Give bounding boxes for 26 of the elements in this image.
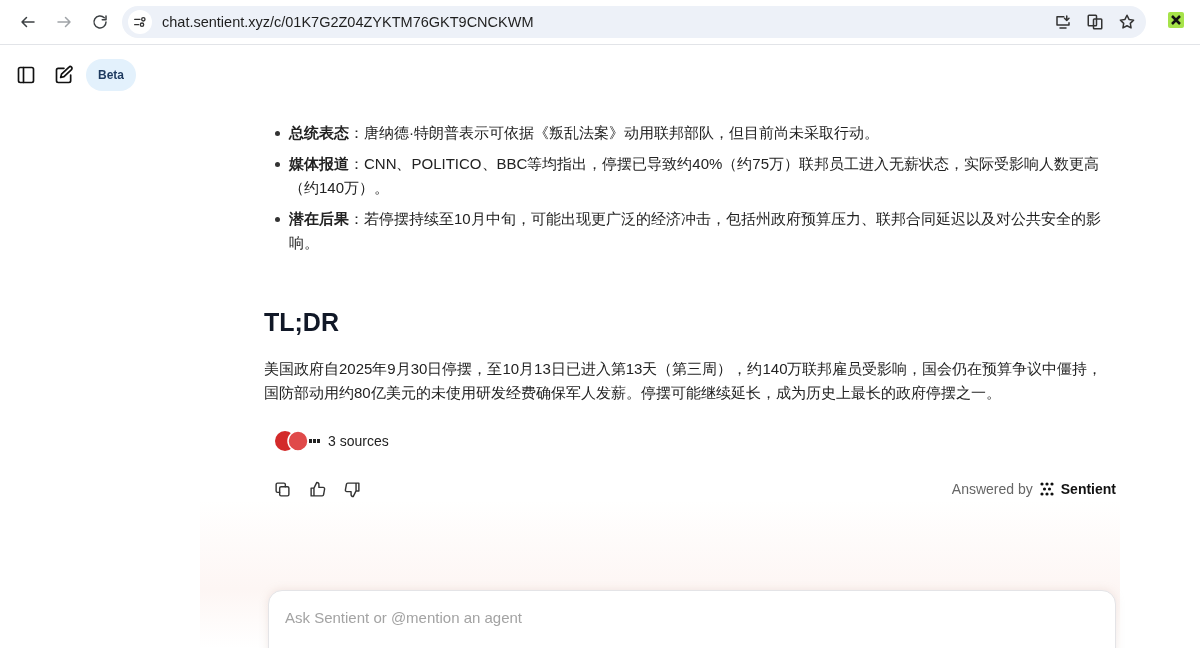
reload-icon[interactable] xyxy=(91,13,109,31)
copy-icon[interactable] xyxy=(274,480,291,498)
install-icon[interactable] xyxy=(1054,13,1072,31)
bullet-icon xyxy=(275,162,280,167)
sources-link[interactable]: 3 sources xyxy=(328,429,389,453)
beta-badge: Beta xyxy=(86,59,136,91)
thumbs-up-icon[interactable] xyxy=(309,480,326,498)
section-heading: TL;DR xyxy=(264,307,340,337)
message-input[interactable]: Ask Sentient or @mention an agent xyxy=(268,590,1116,648)
star-icon[interactable] xyxy=(1118,13,1136,31)
thumbs-down-icon[interactable] xyxy=(344,480,361,498)
brand-name: Sentient xyxy=(1060,480,1116,499)
source-logos-icon[interactable] xyxy=(274,430,322,452)
answered-by-label: Answered by xyxy=(951,480,1033,499)
bullet-text: 媒体报道：CNN、POLITICO、BBC等均指出，停摆已导致约40%（约75万）联邦员工进入无薪状态，实际受影响人数更高（约140万）。 xyxy=(289,154,1101,198)
bullet-icon xyxy=(275,217,280,222)
tune-icon[interactable] xyxy=(132,14,148,30)
summary-paragraph: 美国政府自2025年9月30日停摆，至10月13日已进入第13天（第三周），约140万联邦雇员受影响，国会仍在预算争议中僵持，国防部动用约80亿美元的未使用研发经费确保军人发薪。停摆可能继续延长，成为历史上最长的政府停摆之一。 xyxy=(264,359,1104,403)
edit-icon[interactable] xyxy=(54,65,74,85)
bullet-icon xyxy=(275,131,280,136)
translate-icon[interactable] xyxy=(1086,13,1104,31)
bullet-text: 潜在后果：若停摆持续至10月中旬，可能出现更广泛的经济冲击，包括州政府预算压力、联邦合同延迟以及对公共安全的影响。 xyxy=(289,209,1102,253)
brand-logo-icon xyxy=(1038,481,1055,497)
sidebar-icon[interactable] xyxy=(16,65,36,85)
extension-icon[interactable] xyxy=(1168,12,1184,28)
bullet-text: 总统表态：唐纳德·特朗普表示可依据《叛乱法案》动用联邦部队，但目前尚未采取行动。 xyxy=(289,123,879,143)
